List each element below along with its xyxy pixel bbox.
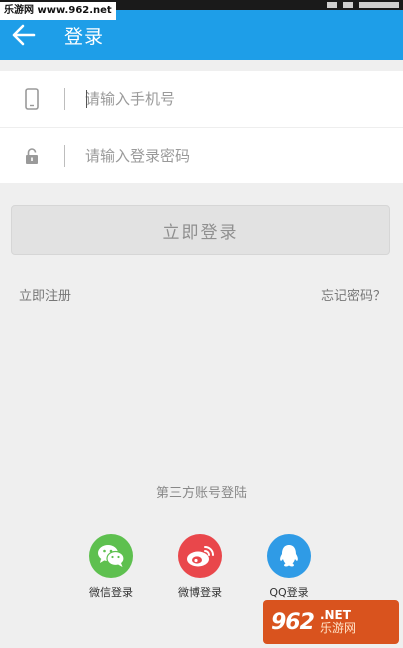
weibo-login-button[interactable]: 微博登录	[170, 534, 230, 600]
wechat-icon	[89, 534, 133, 578]
password-divider	[64, 144, 65, 167]
password-input[interactable]	[85, 140, 355, 171]
wifi-icon	[327, 2, 337, 8]
wechat-login-button[interactable]: 微信登录	[81, 534, 141, 600]
phone-input[interactable]	[85, 84, 355, 114]
register-link[interactable]: 立即注册	[19, 285, 71, 304]
qq-icon	[267, 534, 311, 578]
arrow-left-icon	[12, 24, 36, 46]
phone-divider	[64, 88, 65, 110]
qq-login-button[interactable]: QQ登录	[259, 534, 319, 600]
login-button[interactable]: 立即登录	[11, 205, 390, 255]
status-icons	[327, 0, 399, 10]
watermark-top-label: 乐游网 www.962.net	[0, 2, 116, 20]
watermark-cn: 乐游网	[319, 621, 356, 635]
page-title: 登录	[64, 25, 105, 48]
phone-icon	[22, 87, 42, 111]
login-form	[0, 71, 403, 183]
watermark-number: 962	[271, 609, 315, 635]
qq-login-label: QQ登录	[269, 586, 309, 599]
phone-row	[0, 71, 403, 127]
clock-icon	[359, 2, 399, 8]
weibo-login-label: 微博登录	[178, 586, 222, 599]
third-party-title: 第三方账号登陆	[155, 486, 247, 501]
text-cursor	[86, 90, 87, 108]
lock-icon	[22, 144, 42, 168]
watermark-logo: 962 .NET 乐游网	[263, 600, 399, 644]
signal-icon	[343, 2, 353, 8]
weibo-icon	[178, 534, 222, 578]
password-row	[0, 127, 403, 183]
wechat-login-label: 微信登录	[89, 586, 133, 599]
forgot-password-link[interactable]: 忘记密码？	[321, 285, 386, 304]
